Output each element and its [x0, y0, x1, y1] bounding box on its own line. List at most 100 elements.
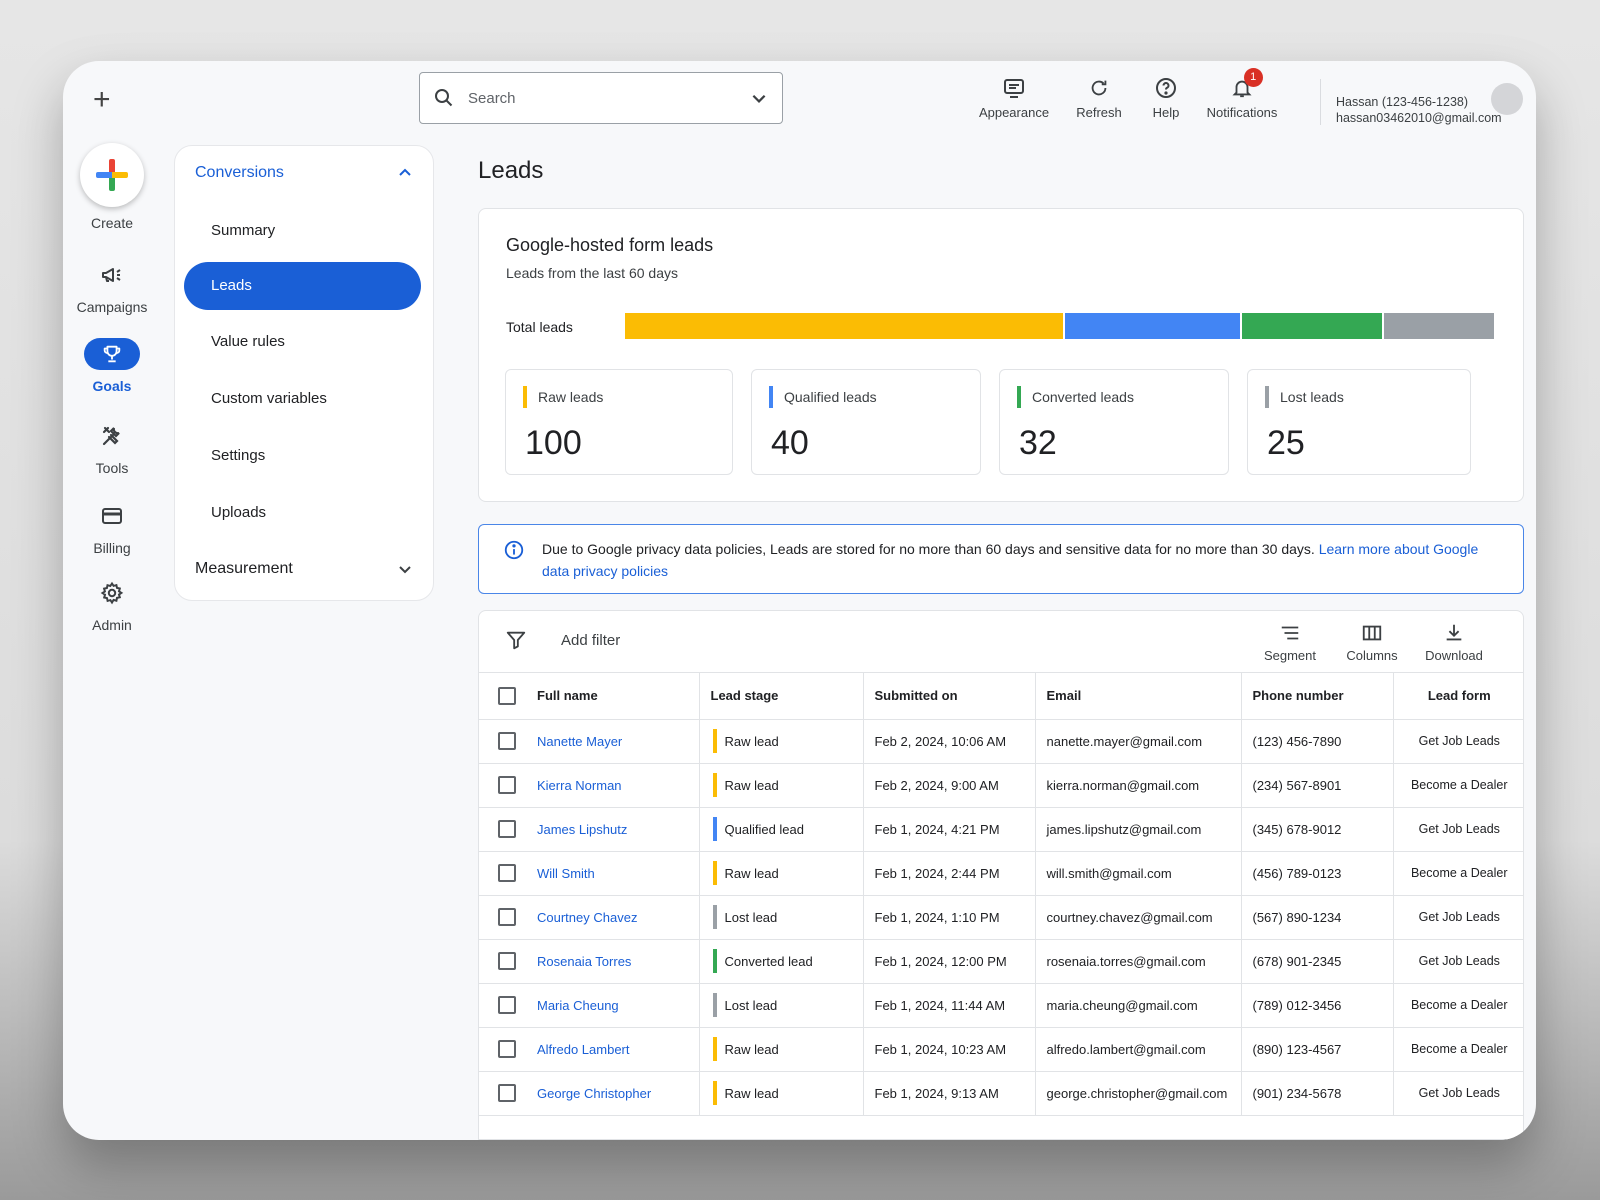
table-row[interactable]: Courtney Chavez Lost lead Feb 1, 2024, 1:1… [479, 895, 1523, 940]
row-checkbox[interactable] [498, 864, 516, 882]
subnav-item-summary[interactable]: Summary [211, 222, 275, 239]
lead-name-link[interactable]: George Christopher [537, 1086, 651, 1101]
cell-lead-form: Become a Dealer [1392, 1027, 1523, 1072]
columns-button[interactable]: Columns [1341, 621, 1403, 663]
cell-email: alfredo.lambert@gmail.com [1034, 1027, 1241, 1072]
plus-icon[interactable]: + [93, 85, 111, 115]
row-checkbox[interactable] [498, 776, 516, 794]
segment-label: Segment [1263, 648, 1317, 663]
stat-raw-leads: Raw leads 100 [505, 369, 733, 475]
stage-color-bar [712, 993, 717, 1017]
table-row[interactable]: Kierra Norman Raw lead Feb 2, 2024, 9:00 A… [479, 763, 1523, 808]
cell-phone-number: (567) 890-1234 [1240, 895, 1393, 940]
section-measurement[interactable]: Measurement [195, 560, 413, 578]
stage-color-bar [712, 817, 717, 841]
header-full-name[interactable]: Full name [479, 673, 699, 720]
table-row[interactable]: Rosenaia Torres Converted lead Feb 1, 2024… [479, 939, 1523, 984]
bar-segment [1384, 313, 1494, 339]
account-info[interactable]: Hassan (123-456-1238) hassan03462010@gma… [1336, 94, 1502, 126]
avatar[interactable] [1491, 83, 1523, 115]
chevron-down-icon[interactable] [750, 89, 768, 107]
row-checkbox[interactable] [498, 908, 516, 926]
rail-item-label: Campaigns [76, 299, 148, 315]
section-conversions[interactable]: Conversions [195, 164, 413, 182]
create-plus-icon[interactable] [80, 143, 144, 207]
filter-icon[interactable] [505, 629, 527, 651]
row-checkbox[interactable] [498, 952, 516, 970]
refresh-icon [1069, 74, 1129, 102]
notifications-button[interactable]: 1 Notifications [1201, 68, 1283, 120]
stat-color-tick [1265, 386, 1269, 408]
download-button[interactable]: Download [1421, 621, 1487, 663]
table-row[interactable]: Will Smith Raw lead Feb 1, 2024, 2:44 PM wi… [479, 851, 1523, 896]
create-button[interactable]: Create [80, 143, 144, 231]
rail-item-campaigns[interactable]: Campaigns [72, 259, 152, 315]
row-checkbox[interactable] [498, 732, 516, 750]
cell-full-name: James Lipshutz [479, 807, 699, 852]
lead-name-link[interactable]: Will Smith [537, 866, 595, 881]
lead-stage-text: Raw lead [724, 777, 779, 793]
cell-full-name: Rosenaia Torres [479, 939, 699, 984]
lead-name-link[interactable]: Nanette Mayer [537, 734, 622, 749]
page-title: Leads [478, 157, 544, 184]
lead-stage-text: Qualified lead [724, 821, 805, 837]
cell-email: nanette.mayer@gmail.com [1034, 719, 1241, 764]
subnav-item-uploads[interactable]: Uploads [211, 504, 266, 521]
lead-name-link[interactable]: Courtney Chavez [537, 910, 637, 925]
row-checkbox[interactable] [498, 820, 516, 838]
help-button[interactable]: Help [1145, 74, 1187, 120]
cell-phone-number: (345) 678-9012 [1240, 807, 1393, 852]
appearance-button[interactable]: Appearance [975, 74, 1053, 120]
rail-item-tools[interactable]: Tools [72, 420, 152, 476]
stage-color-bar [712, 861, 717, 885]
lead-name-link[interactable]: Maria Cheung [537, 998, 619, 1013]
subnav-item-custom-variables[interactable]: Custom variables [211, 390, 327, 407]
search-input[interactable]: Search [468, 90, 750, 107]
row-checkbox[interactable] [498, 1040, 516, 1058]
table-row[interactable]: Alfredo Lambert Raw lead Feb 1, 2024, 10:2… [479, 1027, 1523, 1072]
summary-title: Google-hosted form leads [506, 235, 714, 255]
select-all-checkbox[interactable] [498, 686, 516, 705]
table-row[interactable]: Nanette Mayer Raw lead Feb 2, 2024, 10:06 … [479, 719, 1523, 764]
stat-value: 100 [525, 424, 582, 462]
lead-name-link[interactable]: James Lipshutz [537, 822, 627, 837]
info-icon [504, 540, 524, 560]
header-email[interactable]: Email [1034, 673, 1241, 720]
stat-color-tick [1017, 386, 1021, 408]
section-conversions-label: Conversions [195, 164, 284, 181]
segment-icon [1259, 621, 1321, 645]
table-row[interactable]: George Christopher Raw lead Feb 1, 2024, 9… [479, 1071, 1523, 1116]
cell-lead-form: Become a Dealer [1392, 851, 1523, 896]
segment-button[interactable]: Segment [1259, 621, 1321, 663]
lead-name-link[interactable]: Rosenaia Torres [537, 954, 631, 969]
row-checkbox[interactable] [498, 1084, 516, 1102]
lead-name-link[interactable]: Alfredo Lambert [537, 1042, 630, 1057]
cell-phone-number: (890) 123-4567 [1240, 1027, 1393, 1072]
subnav-item-leads[interactable]: Leads [184, 262, 421, 310]
table-row[interactable]: Maria Cheung Lost lead Feb 1, 2024, 11:44 … [479, 983, 1523, 1028]
header-lead-form[interactable]: Lead form [1392, 673, 1523, 720]
refresh-button[interactable]: Refresh [1069, 74, 1129, 120]
subnav-item-settings[interactable]: Settings [211, 447, 265, 464]
rail-item-billing[interactable]: Billing [72, 500, 152, 556]
stage-color-bar [712, 905, 717, 929]
table-toolbar: Add filter Segment Columns Download [479, 611, 1523, 673]
summary-card: Google-hosted form leads Leads from the … [478, 208, 1524, 502]
rail-item-goals[interactable]: Goals [72, 338, 152, 394]
rail-item-admin[interactable]: Admin [72, 577, 152, 633]
subnav-item-value-rules[interactable]: Value rules [211, 333, 285, 350]
cell-lead-stage: Raw lead [698, 763, 863, 808]
header-phone-number[interactable]: Phone number [1240, 673, 1393, 720]
header-submitted-on[interactable]: Submitted on [862, 673, 1035, 720]
table-row[interactable]: James Lipshutz Qualified lead Feb 1, 2024,… [479, 807, 1523, 852]
chevron-up-icon [399, 168, 411, 176]
search-box[interactable]: Search [419, 72, 783, 124]
row-checkbox[interactable] [498, 996, 516, 1014]
add-filter-button[interactable]: Add filter [561, 632, 620, 649]
tools-icon [72, 420, 152, 452]
cell-email: george.christopher@gmail.com [1034, 1071, 1241, 1116]
header-lead-stage[interactable]: Lead stage [698, 673, 863, 720]
account-name: Hassan (123-456-1238) [1336, 95, 1469, 109]
cell-phone-number: (789) 012-3456 [1240, 983, 1393, 1028]
lead-name-link[interactable]: Kierra Norman [537, 778, 622, 793]
